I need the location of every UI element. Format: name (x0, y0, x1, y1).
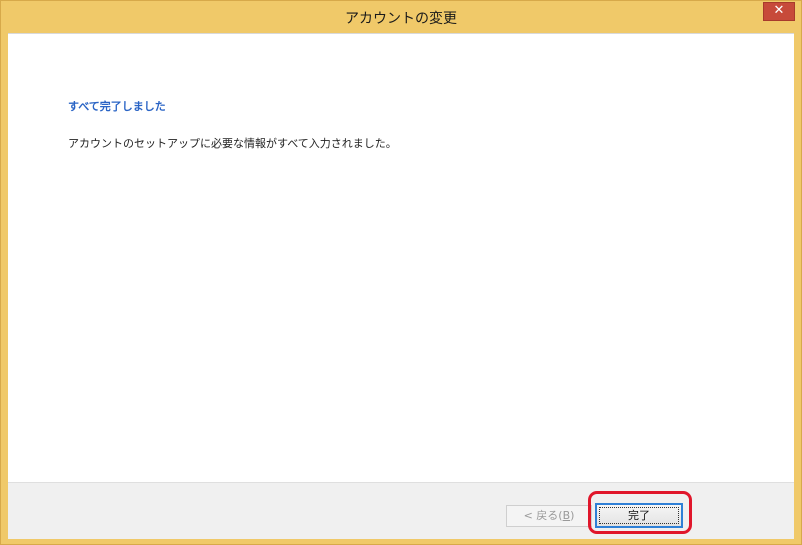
back-mnemonic: B (562, 509, 571, 522)
back-label-suffix: ) (570, 509, 575, 522)
completion-message: アカウントのセットアップに必要な情報がすべて入力されました。 (68, 137, 397, 150)
close-button[interactable]: ✕ (763, 2, 795, 21)
finish-button[interactable]: 完了 (595, 503, 683, 528)
window-title: アカウントの変更 (345, 11, 457, 27)
completion-heading: すべて完了しました (68, 100, 166, 113)
back-button[interactable]: < 戻る(B) (506, 505, 592, 527)
title-bar[interactable]: アカウントの変更 ✕ (1, 1, 801, 33)
account-change-window: アカウントの変更 ✕ すべて完了しました アカウントのセットアップに必要な情報が… (0, 0, 802, 545)
back-label-prefix: < 戻る( (523, 509, 563, 522)
button-bar: < 戻る(B) 完了 (8, 482, 794, 539)
close-icon: ✕ (773, 3, 785, 18)
focus-rectangle (599, 507, 679, 524)
content-area: すべて完了しました アカウントのセットアップに必要な情報がすべて入力されました。 (8, 33, 794, 482)
